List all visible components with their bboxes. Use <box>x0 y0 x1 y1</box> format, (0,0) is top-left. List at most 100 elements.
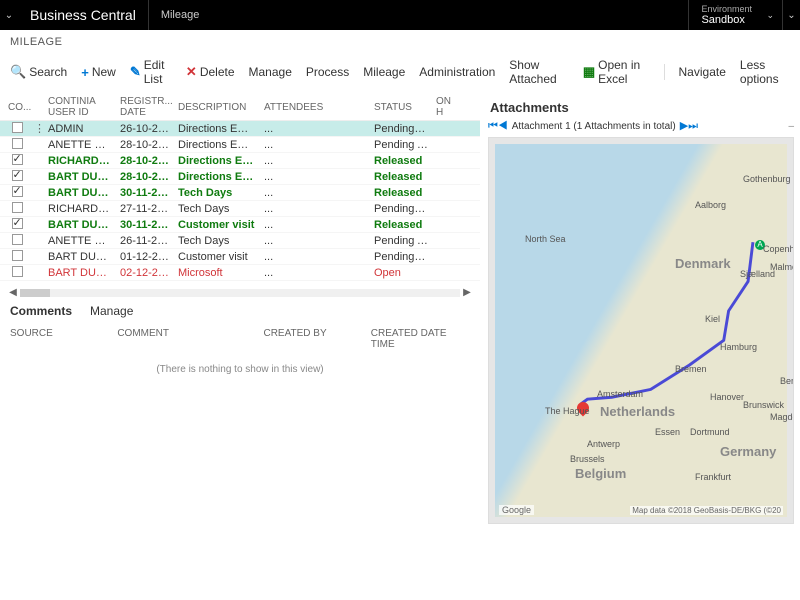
cell-attendees: ... <box>260 155 370 167</box>
col-source[interactable]: SOURCE <box>10 328 97 350</box>
cell-date: 28-10-2020 <box>116 139 174 151</box>
excel-icon: ▦ <box>583 64 595 80</box>
cell-attendees: ... <box>260 267 370 279</box>
tab-comments[interactable]: Comments <box>10 304 72 318</box>
map-label: Copenhagen <box>763 244 794 254</box>
nav-last-icon[interactable]: ▶⏭ <box>680 119 698 133</box>
map-label: Brunswick <box>743 400 784 410</box>
cell-desc: Directions EMEA <box>174 123 260 135</box>
row-checkbox[interactable] <box>12 266 23 277</box>
table-row[interactable]: BART DUNC...30-11-2020Customer visit...R… <box>0 217 480 233</box>
map-label: Dortmund <box>690 427 730 437</box>
table-row[interactable]: BART DUNC...28-10-2020Directions EMEA...… <box>0 169 480 185</box>
cell-date: 27-11-2020 <box>116 203 174 215</box>
cell-desc: Tech Days <box>174 203 260 215</box>
back-caret-icon[interactable]: ⌄ <box>0 10 18 21</box>
cell-status: Pending Ap... <box>370 235 432 247</box>
cell-status: Released <box>370 171 432 183</box>
edit-list-action[interactable]: ✎Edit List <box>130 58 172 86</box>
cell-desc: Tech Days <box>174 235 260 247</box>
row-menu-icon[interactable]: ⋮ <box>34 123 44 135</box>
attachment-counter: Attachment 1 (1 Attachments in total) <box>512 121 676 132</box>
delete-action[interactable]: ✕Delete <box>186 64 235 80</box>
show-attached-action[interactable]: Show Attached <box>509 58 569 86</box>
scroll-left-icon[interactable]: ◀ <box>6 287 20 298</box>
map-label: Gothenburg <box>743 174 791 184</box>
cell-desc: Customer visit <box>174 219 260 231</box>
mileage-grid: CO... CONTINIA USER ID REGISTR... DATE D… <box>0 94 480 281</box>
map-label: Essen <box>655 427 680 437</box>
module-title[interactable]: Mileage <box>149 9 212 21</box>
mileage-action[interactable]: Mileage <box>363 65 405 79</box>
process-action[interactable]: Process <box>306 65 349 79</box>
col-created-by[interactable]: CREATED BY <box>263 328 350 350</box>
open-excel-action[interactable]: ▦Open in Excel <box>583 58 650 86</box>
cell-status: Released <box>370 187 432 199</box>
cell-date: 26-11-2020 <box>116 235 174 247</box>
row-checkbox[interactable] <box>12 170 23 181</box>
table-row[interactable]: BART DUNC...30-11-2020Tech Days...Releas… <box>0 185 480 201</box>
comments-header: SOURCE COMMENT CREATED BY CREATED DATE T… <box>0 322 480 356</box>
cell-attendees: ... <box>260 203 370 215</box>
tab-manage[interactable]: Manage <box>90 304 133 318</box>
scroll-right-icon[interactable]: ▶ <box>460 287 474 298</box>
new-action[interactable]: +New <box>81 65 116 80</box>
table-row[interactable]: BART DUNCAN01-12-2020Customer visit...Pe… <box>0 249 480 265</box>
table-row[interactable]: ⋮ADMIN26-10-2020Directions EMEA...Pendin… <box>0 121 480 137</box>
table-row[interactable]: ANETTE HILL28-10-2020Directions EMEA...P… <box>0 137 480 153</box>
less-options-action[interactable]: Less options <box>740 58 790 86</box>
col-status[interactable]: STATUS <box>370 102 432 113</box>
col-created-dt[interactable]: CREATED DATE TIME <box>371 328 470 350</box>
col-attendees[interactable]: ATTENDEES <box>260 102 370 113</box>
administration-action[interactable]: Administration <box>419 65 495 79</box>
app-title[interactable]: Business Central <box>18 0 149 30</box>
plus-icon: + <box>81 65 89 80</box>
col-desc[interactable]: DESCRIPTION <box>174 102 260 113</box>
chevron-down-icon: ⌄ <box>766 10 774 21</box>
nav-first-icon[interactable]: ⏮◀ <box>488 120 508 133</box>
cell-desc: Directions EMEA <box>174 171 260 183</box>
navigate-action[interactable]: Navigate <box>679 65 726 79</box>
col-co[interactable]: CO... <box>4 102 30 113</box>
cell-date: 02-12-2020 <box>116 267 174 279</box>
grid-header-row: CO... CONTINIA USER ID REGISTR... DATE D… <box>0 94 480 121</box>
row-checkbox[interactable] <box>12 186 23 197</box>
topbar-caret-icon[interactable]: ⌄ <box>782 0 800 30</box>
table-row[interactable]: RICHARD LUM27-11-2020Tech Days...Pending… <box>0 201 480 217</box>
table-row[interactable]: ANETTE HILL26-11-2020Tech Days...Pending… <box>0 233 480 249</box>
col-user[interactable]: CONTINIA USER ID <box>44 96 116 118</box>
map-label: Magdeburg <box>770 412 794 422</box>
cell-status: Open <box>370 267 432 279</box>
environment-picker[interactable]: Environment Sandbox ⌄ <box>688 0 782 30</box>
search-action[interactable]: 🔍Search <box>10 64 67 80</box>
cell-status: Pending Ex... <box>370 123 432 135</box>
table-row[interactable]: BART DUNCAN02-12-2020Microsoft...Open <box>0 265 480 281</box>
row-checkbox[interactable] <box>12 234 23 245</box>
map-attachment[interactable]: A North Sea Gothenburg Aalborg Copenhage… <box>488 137 794 524</box>
cell-date: 28-10-2020 <box>116 155 174 167</box>
cell-date: 28-10-2020 <box>116 171 174 183</box>
map-sea-label: North Sea <box>525 234 566 244</box>
cell-desc: Tech Days <box>174 187 260 199</box>
attachment-minimize[interactable]: – <box>788 121 794 132</box>
col-comment[interactable]: COMMENT <box>117 328 243 350</box>
cell-date: 26-10-2020 <box>116 123 174 135</box>
col-onh[interactable]: ON H <box>432 96 456 118</box>
row-checkbox[interactable] <box>12 122 23 133</box>
row-checkbox[interactable] <box>12 218 23 229</box>
row-checkbox[interactable] <box>12 138 23 149</box>
cell-status: Pending Ex... <box>370 203 432 215</box>
cell-status: Pending Ap... <box>370 139 432 151</box>
horizontal-scrollbar[interactable]: ◀ ▶ <box>6 287 474 298</box>
sub-tabs: Comments Manage <box>0 300 480 322</box>
row-checkbox[interactable] <box>12 250 23 261</box>
cell-user: BART DUNCAN <box>44 267 116 279</box>
row-checkbox[interactable] <box>12 154 23 165</box>
cell-status: Released <box>370 155 432 167</box>
col-date[interactable]: REGISTR... DATE <box>116 96 174 118</box>
manage-action[interactable]: Manage <box>249 65 292 79</box>
cell-user: RICHARD L... <box>44 155 116 167</box>
map-label: Hamburg <box>720 342 757 352</box>
row-checkbox[interactable] <box>12 202 23 213</box>
table-row[interactable]: RICHARD L...28-10-2020Directions EMEA...… <box>0 153 480 169</box>
